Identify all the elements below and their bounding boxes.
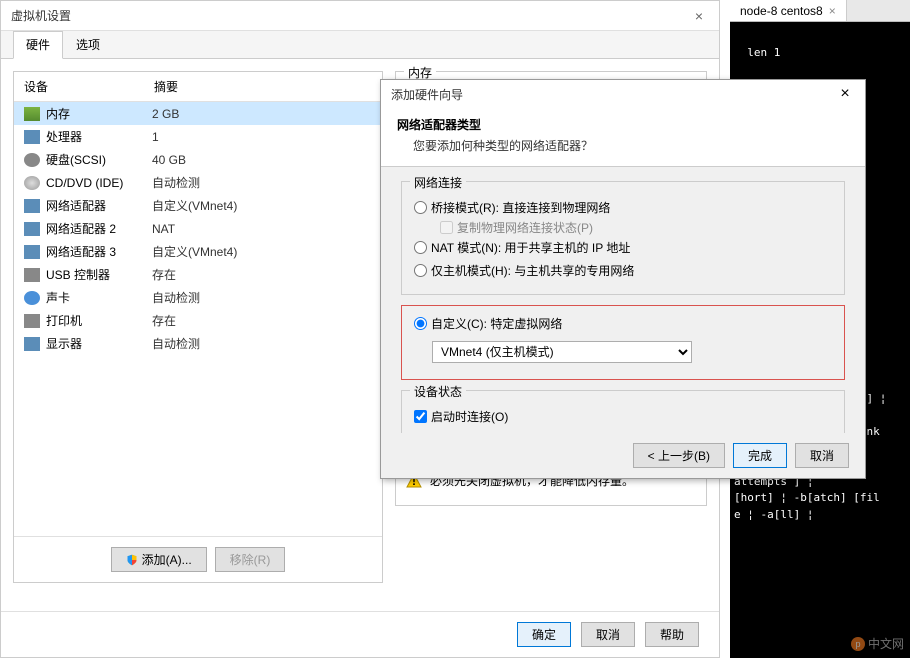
vmnet-dropdown[interactable]: VMnet4 (仅主机模式) <box>432 341 692 363</box>
device-row[interactable]: 显示器自动检测 <box>14 332 382 355</box>
checkbox-connect-on-start[interactable] <box>414 410 427 423</box>
network-connection-group: 网络连接 桥接模式(R): 直接连接到物理网络 复制物理网络连接状态(P) NA… <box>401 181 845 295</box>
dialog-footer: 确定 取消 帮助 <box>1 611 719 657</box>
device-name: 处理器 <box>46 128 152 145</box>
background-tab-strip: node-8 centos8 × <box>730 0 910 22</box>
close-icon[interactable]: × <box>829 4 836 18</box>
wizard-subheading: 您要添加何种类型的网络适配器？ <box>397 137 849 154</box>
add-button-label: 添加(A)... <box>142 551 192 568</box>
device-row[interactable]: 网络适配器自定义(VMnet4) <box>14 194 382 217</box>
cancel-button[interactable]: 取消 <box>581 622 635 647</box>
dialog-title: 虚拟机设置 <box>11 7 689 24</box>
device-summary: 自动检测 <box>152 174 372 191</box>
device-name: 硬盘(SCSI) <box>46 151 152 168</box>
tab-label: node-8 centos8 <box>740 4 823 18</box>
device-list: 设备 摘要 内存2 GB处理器1硬盘(SCSI)40 GBCD/DVD (IDE… <box>13 71 383 583</box>
remove-button: 移除(R) <box>215 547 286 572</box>
wizard-heading: 网络适配器类型 <box>397 116 849 133</box>
device-summary: NAT <box>152 222 372 236</box>
device-summary: 存在 <box>152 312 372 329</box>
device-summary: 自定义(VMnet4) <box>152 243 372 260</box>
finish-button[interactable]: 完成 <box>733 443 787 468</box>
close-icon[interactable]: × <box>835 85 855 103</box>
add-hardware-wizard: 添加硬件向导 × 网络适配器类型 您要添加何种类型的网络适配器？ 网络连接 桥接… <box>380 79 866 479</box>
checkbox-replicate <box>440 221 453 234</box>
device-row[interactable]: USB 控制器存在 <box>14 263 382 286</box>
label-bridged[interactable]: 桥接模式(R): 直接连接到物理网络 <box>431 199 610 216</box>
device-list-header: 设备 摘要 <box>14 72 382 102</box>
device-row[interactable]: 处理器1 <box>14 125 382 148</box>
device-icon <box>24 130 40 144</box>
tab-hardware[interactable]: 硬件 <box>13 31 63 59</box>
custom-network-group: 自定义(C): 特定虚拟网络 VMnet4 (仅主机模式) <box>401 305 845 380</box>
device-summary: 存在 <box>152 266 372 283</box>
device-icon <box>24 176 40 190</box>
label-nat[interactable]: NAT 模式(N): 用于共享主机的 IP 地址 <box>431 239 630 256</box>
wizard-title: 添加硬件向导 <box>391 86 835 103</box>
device-icon <box>24 314 40 328</box>
shield-icon <box>126 553 138 567</box>
wizard-header: 网络适配器类型 您要添加何种类型的网络适配器？ <box>381 108 865 167</box>
device-name: 声卡 <box>46 289 152 306</box>
tab-strip: 硬件 选项 <box>1 31 719 59</box>
watermark-text: 中文网 <box>868 635 904 652</box>
device-icon <box>24 222 40 236</box>
device-name: CD/DVD (IDE) <box>46 176 152 190</box>
php-logo-icon: p <box>851 637 865 651</box>
device-summary: 40 GB <box>152 153 372 167</box>
wizard-titlebar: 添加硬件向导 × <box>381 80 865 108</box>
device-summary: 自定义(VMnet4) <box>152 197 372 214</box>
wizard-footer: < 上一步(B) 完成 取消 <box>381 433 865 478</box>
group-title: 设备状态 <box>410 383 466 400</box>
device-name: 显示器 <box>46 335 152 352</box>
device-row[interactable]: 网络适配器 3自定义(VMnet4) <box>14 240 382 263</box>
titlebar: 虚拟机设置 × <box>1 1 719 31</box>
label-hostonly[interactable]: 仅主机模式(H): 与主机共享的专用网络 <box>431 262 634 279</box>
device-name: 网络适配器 2 <box>46 220 152 237</box>
device-icon <box>24 199 40 213</box>
label-custom[interactable]: 自定义(C): 特定虚拟网络 <box>431 315 562 332</box>
device-row[interactable]: 声卡自动检测 <box>14 286 382 309</box>
device-icon <box>24 337 40 351</box>
device-icon <box>24 107 40 121</box>
device-icon <box>24 291 40 305</box>
tab-options[interactable]: 选项 <box>63 31 113 58</box>
device-icon <box>24 268 40 282</box>
device-row[interactable]: CD/DVD (IDE)自动检测 <box>14 171 382 194</box>
device-summary: 自动检测 <box>152 289 372 306</box>
close-icon[interactable]: × <box>689 8 709 24</box>
device-name: 内存 <box>46 105 152 122</box>
device-list-body[interactable]: 内存2 GB处理器1硬盘(SCSI)40 GBCD/DVD (IDE)自动检测网… <box>14 102 382 536</box>
cancel-button[interactable]: 取消 <box>795 443 849 468</box>
radio-nat[interactable] <box>414 241 427 254</box>
radio-bridged[interactable] <box>414 201 427 214</box>
device-name: 网络适配器 <box>46 197 152 214</box>
device-summary: 2 GB <box>152 107 372 121</box>
device-name: 打印机 <box>46 312 152 329</box>
device-summary: 自动检测 <box>152 335 372 352</box>
col-device: 设备 <box>24 78 154 95</box>
background-tab[interactable]: node-8 centos8 × <box>730 0 847 21</box>
device-row[interactable]: 内存2 GB <box>14 102 382 125</box>
device-row[interactable]: 硬盘(SCSI)40 GB <box>14 148 382 171</box>
device-name: 网络适配器 3 <box>46 243 152 260</box>
watermark: p 中文网 <box>851 635 904 652</box>
device-summary: 1 <box>152 130 372 144</box>
label-connect-on-start[interactable]: 启动时连接(O) <box>431 408 508 425</box>
radio-custom[interactable] <box>414 317 427 330</box>
col-summary: 摘要 <box>154 78 178 95</box>
label-replicate: 复制物理网络连接状态(P) <box>457 219 593 236</box>
device-icon <box>24 245 40 259</box>
device-name: USB 控制器 <box>46 266 152 283</box>
help-button[interactable]: 帮助 <box>645 622 699 647</box>
device-row[interactable]: 网络适配器 2NAT <box>14 217 382 240</box>
device-icon <box>24 153 40 167</box>
radio-hostonly[interactable] <box>414 264 427 277</box>
device-row[interactable]: 打印机存在 <box>14 309 382 332</box>
ok-button[interactable]: 确定 <box>517 622 571 647</box>
back-button[interactable]: < 上一步(B) <box>633 443 725 468</box>
group-title: 网络连接 <box>410 174 466 191</box>
add-button[interactable]: 添加(A)... <box>111 547 207 572</box>
